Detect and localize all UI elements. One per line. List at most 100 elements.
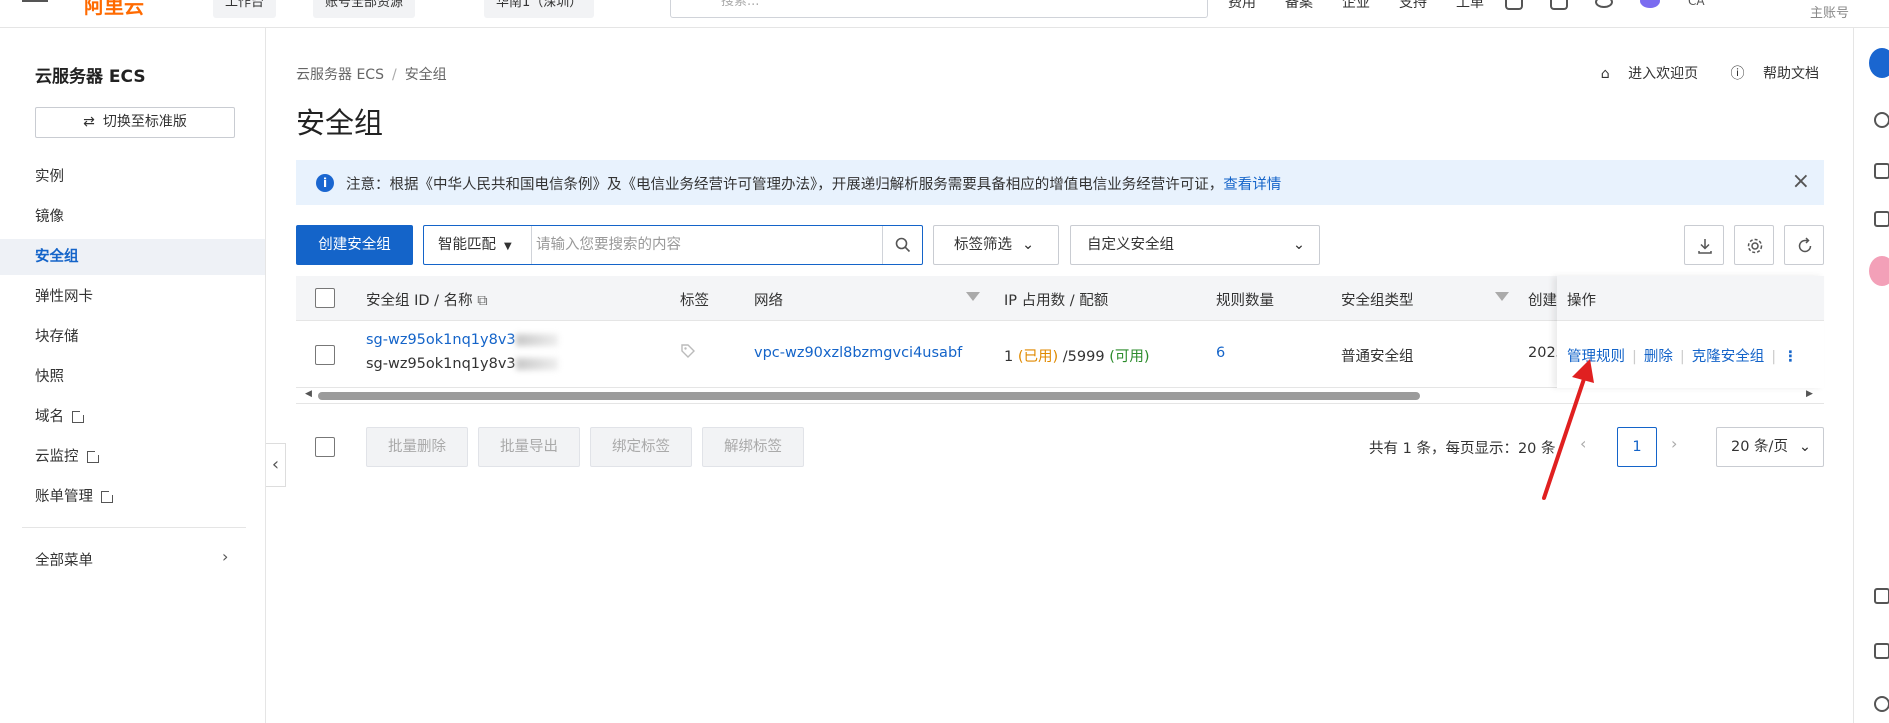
settings-button[interactable] — [1734, 225, 1774, 265]
tag-filter-dropdown[interactable]: 标签筛选 ⌄ — [933, 225, 1059, 265]
page-size-select[interactable]: 20 条/页 ⌄ — [1716, 427, 1824, 467]
sidebar-item-security-groups[interactable]: 安全组 — [0, 239, 265, 275]
custom-group-dropdown[interactable]: 自定义安全组 ⌄ — [1070, 225, 1320, 265]
create-security-group-button[interactable]: 创建安全组 — [296, 225, 413, 265]
unbind-tag-button[interactable]: 解绑标签 — [702, 427, 804, 467]
help-docs-link[interactable]: ⓘ 帮助文档 — [1717, 66, 1819, 82]
breadcrumb-current: 安全组 — [404, 67, 447, 83]
notice-details-link[interactable]: 查看详情 — [1223, 177, 1281, 193]
rule-count-link[interactable]: 6 — [1216, 345, 1225, 361]
breadcrumb-ecs[interactable]: 云服务器 ECS — [296, 67, 384, 83]
global-search-input[interactable]: 搜索... — [670, 0, 1208, 18]
tag-icon[interactable] — [680, 343, 696, 363]
logo[interactable]: 阿里云 — [84, 0, 144, 19]
sidebar-item-domain[interactable]: 域名 — [0, 399, 265, 435]
page-1-button[interactable]: 1 — [1617, 427, 1657, 467]
refresh-button[interactable] — [1784, 225, 1824, 265]
batch-export-button[interactable]: 批量导出 — [478, 427, 580, 467]
notification-icon[interactable] — [1550, 0, 1568, 10]
book-icon[interactable] — [1874, 163, 1889, 179]
settings-icon[interactable] — [1874, 696, 1889, 712]
col-rule-count: 规则数量 — [1216, 293, 1274, 309]
all-menu-link[interactable]: 全部菜单 — [35, 549, 93, 570]
row-checkbox[interactable] — [315, 345, 335, 365]
home-icon: ⌂ — [1600, 66, 1615, 82]
filter-icon[interactable] — [1495, 292, 1509, 301]
message-icon[interactable] — [1505, 0, 1523, 10]
edit-icon[interactable] — [1874, 643, 1889, 659]
welcome-label: 进入欢迎页 — [1628, 66, 1699, 82]
nav-support[interactable]: 支持 — [1399, 0, 1427, 12]
scroll-left-icon[interactable]: ◀ — [305, 389, 312, 399]
sidebar-item-label: 块存储 — [35, 329, 79, 345]
search-button[interactable] — [882, 226, 922, 264]
col-created: 创建 — [1528, 293, 1557, 309]
download-button[interactable] — [1684, 225, 1724, 265]
search-icon[interactable] — [1874, 112, 1889, 128]
caret-down-icon: ▼ — [504, 241, 512, 252]
ip-used-count: 1 — [1004, 349, 1014, 365]
search-input[interactable] — [536, 226, 876, 264]
sidebar: 云服务器 ECS ⇄ 切换至标准版 实例 镜像 安全组 弹性网卡 块存储 快照 域… — [0, 28, 266, 723]
sidebar-item-label: 弹性网卡 — [35, 289, 93, 305]
language-icon[interactable]: CA — [1688, 0, 1705, 8]
region-dropdown[interactable]: 华南1（深圳） — [484, 0, 595, 18]
clone-security-group-link[interactable]: 克隆安全组 — [1692, 349, 1765, 365]
chevron-down-icon: ⌄ — [1798, 439, 1811, 455]
nav-enterprise[interactable]: 企业 — [1342, 0, 1370, 12]
match-mode-dropdown[interactable]: 智能匹配 ▼ — [424, 226, 532, 264]
question-icon: ⓘ — [1730, 66, 1749, 82]
security-group-id[interactable]: sg-wz95ok1nq1y8v3 — [366, 332, 558, 348]
breadcrumb: 云服务器 ECS / 安全组 — [296, 64, 447, 84]
nav-filing[interactable]: 备案 — [1285, 0, 1313, 12]
col-tags: 标签 — [680, 293, 709, 309]
security-group-name: sg-wz95ok1nq1y8v3 — [366, 356, 558, 372]
sidebar-item-label: 安全组 — [35, 249, 79, 265]
sidebar-item-billing[interactable]: 账单管理 — [0, 479, 265, 515]
nav-ticket[interactable]: 工单 — [1456, 0, 1484, 12]
scroll-right-icon[interactable]: ▶ — [1806, 389, 1813, 399]
search-icon — [895, 237, 911, 253]
collapse-sidebar-button[interactable]: ‹ — [266, 443, 286, 487]
redacted-text — [515, 358, 558, 370]
account-label[interactable]: 主账号 — [1810, 2, 1849, 21]
welcome-link[interactable]: ⌂ 进入欢迎页 — [1587, 66, 1698, 82]
nav-fees[interactable]: 费用 — [1228, 0, 1256, 12]
sidebar-item-cloud-monitor[interactable]: 云监控 — [0, 439, 265, 475]
top-links: ⌂ 进入欢迎页 ⓘ 帮助文档 — [1573, 63, 1819, 83]
delete-link[interactable]: 删除 — [1644, 349, 1673, 365]
batch-select-checkbox[interactable] — [315, 437, 335, 457]
sidebar-title: 云服务器 ECS — [35, 67, 146, 87]
apps-icon[interactable] — [1874, 211, 1889, 227]
sidebar-item-snapshots[interactable]: 快照 — [0, 359, 265, 395]
chevron-right-icon[interactable]: › — [222, 547, 228, 566]
copy-icon[interactable]: ⧉ — [477, 293, 487, 309]
batch-delete-button[interactable]: 批量删除 — [366, 427, 468, 467]
external-link-icon — [101, 489, 115, 503]
select-all-checkbox[interactable] — [315, 288, 335, 308]
ai-assistant-icon[interactable] — [1640, 0, 1660, 8]
sidebar-item-block-storage[interactable]: 块存储 — [0, 319, 265, 355]
custom-group-label: 自定义安全组 — [1087, 237, 1174, 253]
assistant-avatar-icon[interactable] — [1869, 48, 1889, 78]
refresh-icon — [1798, 237, 1812, 253]
feedback-icon[interactable] — [1874, 588, 1889, 604]
event-icon[interactable] — [1869, 256, 1889, 286]
more-actions-icon[interactable]: ⋮ — [1783, 349, 1798, 365]
filter-icon[interactable] — [966, 292, 980, 301]
close-icon[interactable]: × — [1792, 169, 1810, 194]
help-icon[interactable] — [1595, 0, 1613, 8]
scrollbar-thumb[interactable] — [318, 392, 1420, 400]
sidebar-item-instances[interactable]: 实例 — [0, 159, 265, 195]
switch-standard-button[interactable]: ⇄ 切换至标准版 — [35, 107, 235, 138]
next-page-icon[interactable]: › — [1671, 434, 1677, 453]
menu-icon[interactable] — [22, 0, 48, 6]
sidebar-item-images[interactable]: 镜像 — [0, 199, 265, 235]
bind-tag-button[interactable]: 绑定标签 — [590, 427, 692, 467]
security-group-id-text[interactable]: sg-wz95ok1nq1y8v3 — [366, 332, 516, 348]
account-resources-dropdown[interactable]: 账号全部资源 — [313, 0, 416, 18]
sidebar-item-eni[interactable]: 弹性网卡 — [0, 279, 265, 315]
sidebar-item-label: 域名 — [35, 409, 64, 425]
workbench-button[interactable]: 工作台 — [213, 0, 277, 18]
network-vpc-link[interactable]: vpc-wz90xzl8bzmgvci4usabf — [754, 345, 962, 361]
